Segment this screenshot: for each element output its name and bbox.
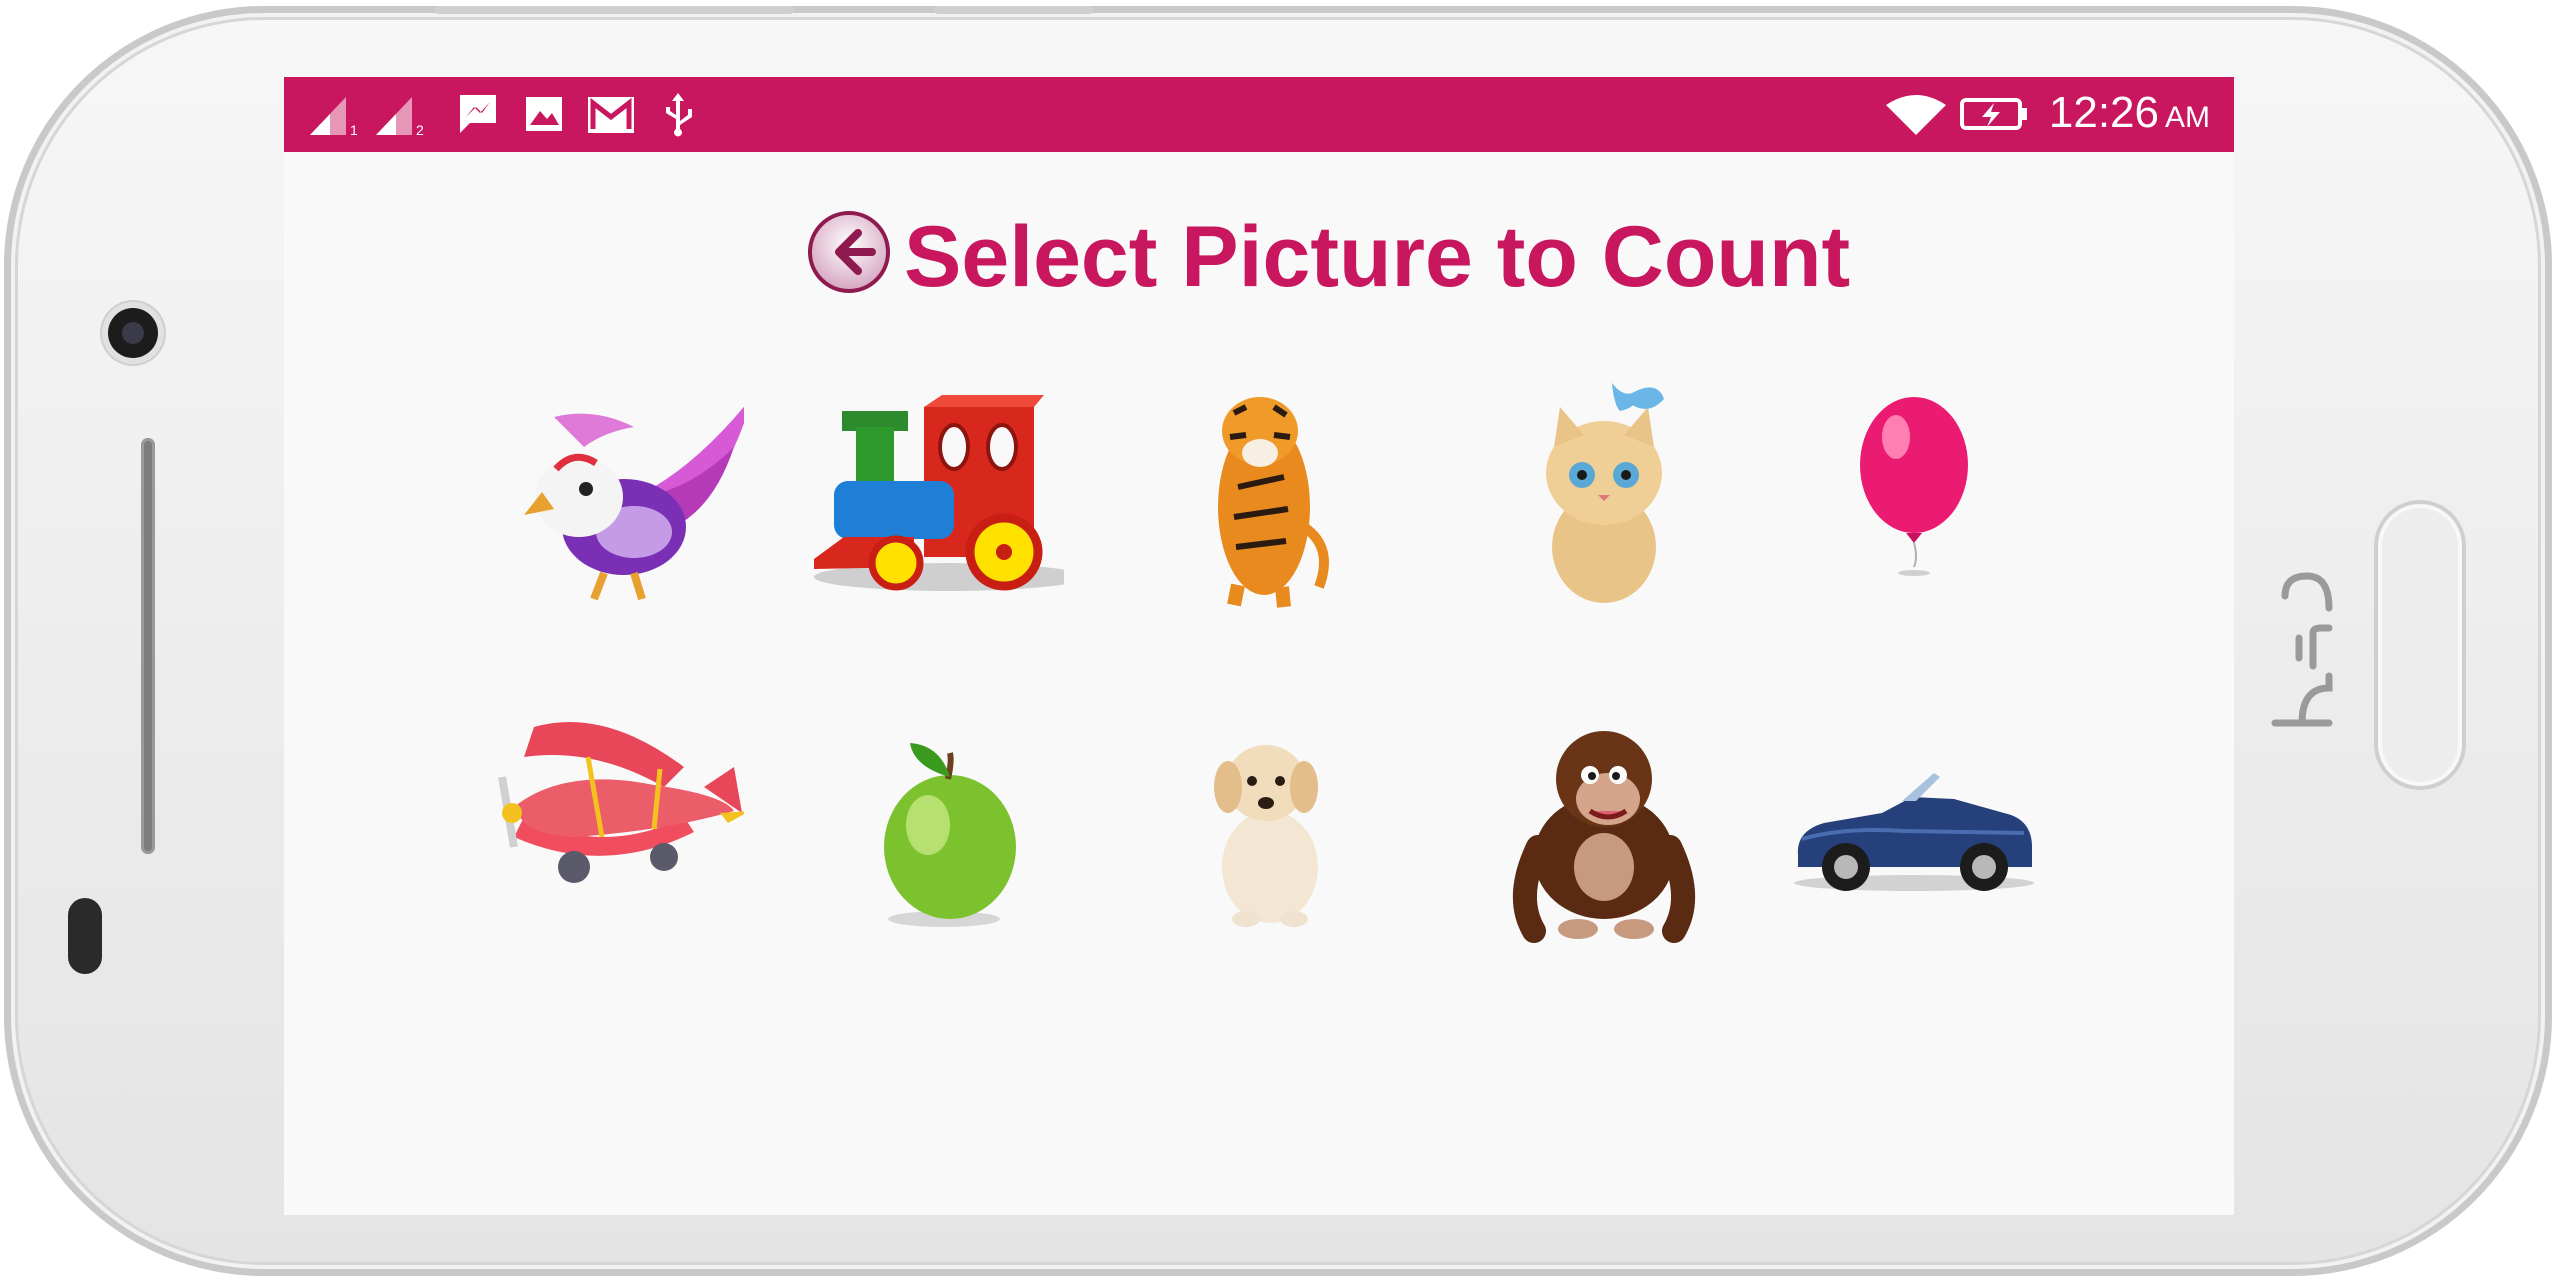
gorilla-image	[1513, 731, 1695, 943]
puppy-image	[1214, 745, 1318, 927]
picture-kitten[interactable]	[1474, 377, 1734, 617]
airplane-image	[498, 722, 744, 883]
back-arrow-icon[interactable]	[806, 209, 892, 295]
picture-balloon[interactable]	[1784, 377, 2044, 617]
front-camera	[108, 308, 158, 358]
picture-bird[interactable]	[484, 377, 744, 617]
picture-tiger[interactable]	[1134, 377, 1394, 617]
phone-top-rim	[434, 6, 794, 14]
proximity-sensor	[68, 898, 102, 974]
picture-gorilla[interactable]	[1474, 707, 1734, 947]
tiger-image	[1218, 397, 1329, 608]
picture-car[interactable]	[1784, 707, 2044, 947]
clock-ampm: AM	[2165, 101, 2210, 134]
kitten-image	[1546, 383, 1664, 603]
svg-text:2: 2	[416, 122, 424, 137]
messenger-icon	[460, 95, 496, 133]
phone-top-button	[934, 6, 1094, 14]
bird-image	[524, 406, 744, 601]
signal-sim2-icon: 2	[376, 97, 424, 137]
battery-charging-icon	[1960, 98, 2027, 130]
gallery-icon	[526, 97, 562, 131]
usb-icon	[666, 93, 692, 137]
wifi-icon	[1886, 95, 1946, 135]
phone-frame: htc 1 2	[4, 6, 2552, 1276]
picture-train[interactable]	[804, 377, 1064, 617]
earpiece-speaker	[141, 438, 155, 854]
apple-image	[884, 743, 1016, 927]
picture-airplane[interactable]	[484, 707, 744, 947]
app-screen: 1 2 12:26 AM Select Picture to Count	[284, 77, 2234, 1215]
page-title: Select Picture to Count	[904, 209, 1851, 305]
gmail-icon	[588, 97, 634, 133]
balloon-image	[1860, 397, 1968, 576]
page-header: Select Picture to Count	[284, 207, 2234, 317]
picture-apple[interactable]	[804, 707, 1064, 947]
status-bar: 1 2 12:26 AM	[284, 77, 2234, 152]
clock-time: 12:26	[2048, 88, 2159, 137]
picture-puppy[interactable]	[1134, 707, 1394, 947]
svg-text:1: 1	[350, 122, 358, 137]
car-image	[1794, 773, 2034, 891]
status-clock: 12:26 AM	[2049, 87, 2210, 144]
htc-logo: htc	[2271, 572, 2333, 727]
home-button[interactable]	[2374, 500, 2466, 790]
train-image	[814, 395, 1064, 591]
signal-sim1-icon: 1	[310, 97, 358, 137]
